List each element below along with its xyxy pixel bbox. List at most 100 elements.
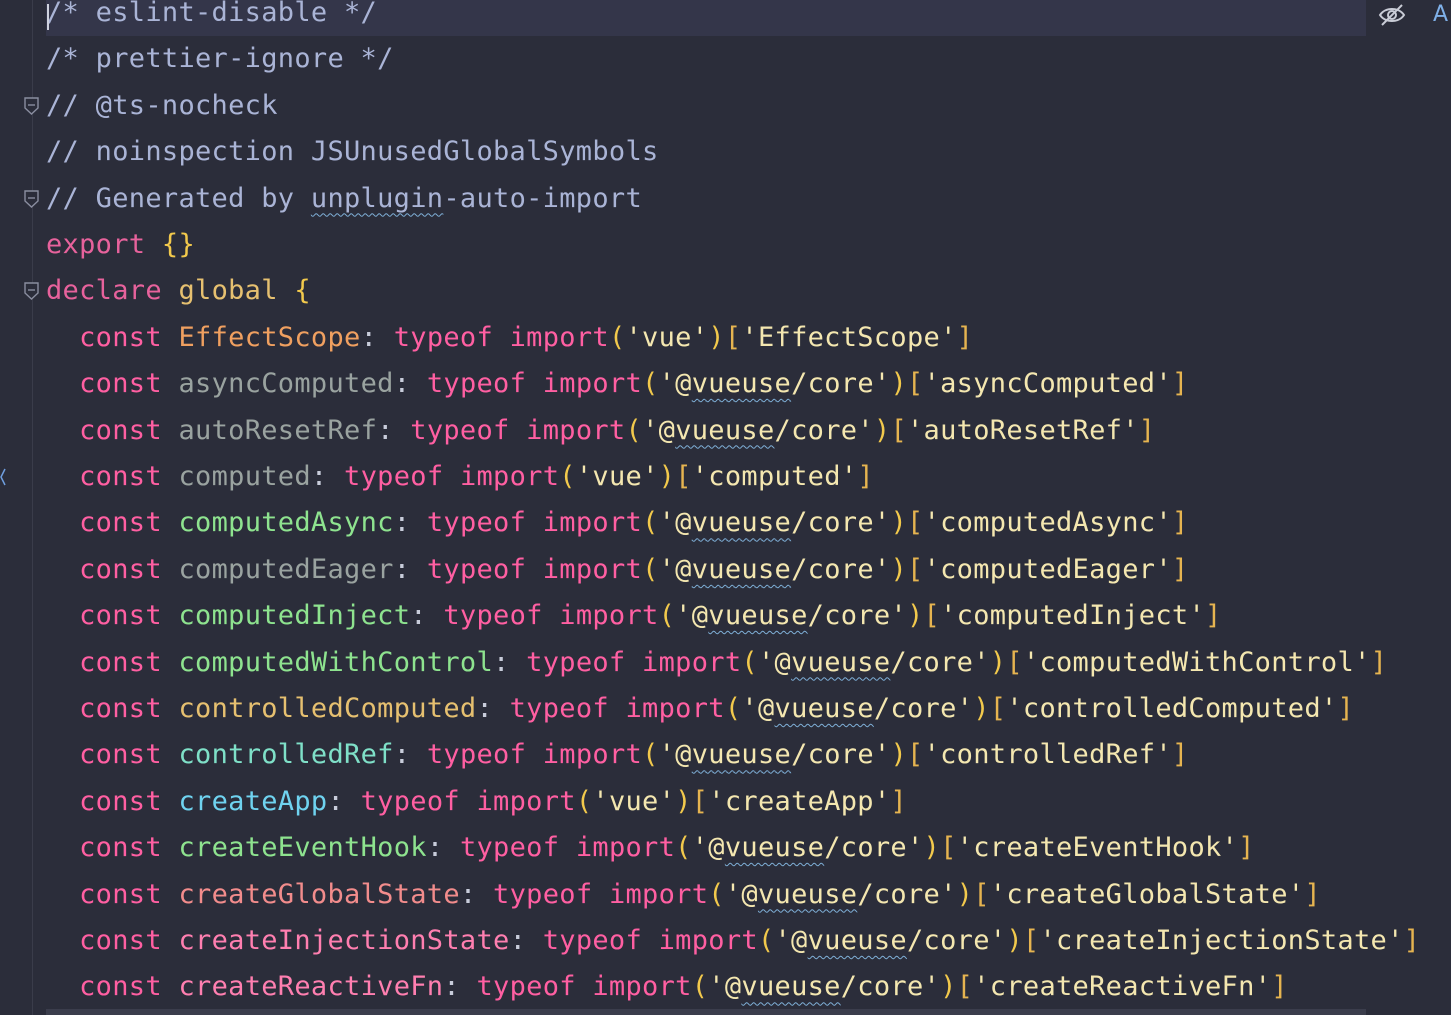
code-line[interactable]: // @ts-nocheck: [46, 83, 278, 129]
code-line[interactable]: const computed: typeof import('vue')['co…: [46, 454, 874, 500]
bracket: ]: [1171, 368, 1189, 400]
paren: (: [658, 600, 676, 632]
string: /core': [890, 646, 990, 678]
bracket: [: [956, 971, 974, 1003]
identifier: computedAsync: [178, 507, 394, 539]
code-token: declare: [46, 275, 179, 307]
fold-toggle-icon[interactable]: [23, 189, 40, 209]
identifier: asyncComputed: [178, 368, 394, 400]
code-line[interactable]: const createEventHook: typeof import('@v…: [46, 825, 1255, 871]
keyword-import: import: [476, 785, 576, 817]
identifier: computedWithControl: [178, 646, 494, 678]
code-line[interactable]: const computedEager: typeof import('@vue…: [46, 547, 1188, 593]
code-line[interactable]: // Generated by unplugin-auto-import: [46, 176, 642, 222]
paren: (: [575, 785, 593, 817]
code-line[interactable]: const controlledComputed: typeof import(…: [46, 686, 1354, 732]
keyword-import: import: [542, 507, 643, 539]
bracket: [: [923, 600, 941, 632]
horizontal-scrollbar[interactable]: [46, 1009, 1366, 1015]
keyword-import: import: [542, 553, 643, 585]
keyword-import: import: [542, 368, 643, 400]
keyword-typeof: typeof: [542, 925, 659, 956]
keyword-const: const: [79, 739, 179, 771]
string: /core': [824, 832, 924, 864]
code-line[interactable]: const createGlobalState: typeof import('…: [46, 872, 1321, 918]
keyword-import: import: [592, 971, 692, 1003]
code-line[interactable]: const computedWithControl: typeof import…: [46, 640, 1387, 686]
paren: (: [757, 925, 775, 956]
punctuation: :: [360, 321, 394, 353]
punctuation: :: [393, 553, 427, 585]
string: /core': [873, 693, 974, 724]
code-line[interactable]: const computedAsync: typeof import('@vue…: [46, 500, 1188, 546]
code-line[interactable]: const computedInject: typeof import('@vu…: [46, 593, 1222, 639]
bracket: ]: [1171, 739, 1189, 771]
keyword-typeof: typeof: [360, 785, 477, 817]
bracket: [: [724, 321, 742, 353]
paren: (: [642, 739, 659, 771]
code-line[interactable]: const controlledRef: typeof import('@vue…: [46, 732, 1188, 778]
code-line[interactable]: const createApp: typeof import('vue')['c…: [46, 779, 907, 825]
keyword-const: const: [79, 461, 179, 492]
editor-gutter: [0, 0, 46, 1015]
code-token: -auto-import: [443, 182, 643, 214]
string: 'computed': [691, 461, 858, 492]
code-line[interactable]: const asyncComputed: typeof import('@vue…: [46, 361, 1188, 407]
punctuation: :: [410, 600, 444, 632]
string: '@: [658, 368, 692, 400]
string: 'computedEager': [923, 553, 1172, 585]
fold-toggle-icon[interactable]: [23, 281, 40, 301]
string: vueuse: [691, 553, 792, 585]
paren: ): [890, 553, 907, 585]
punctuation: :: [459, 878, 494, 910]
code-line[interactable]: const autoResetRef: typeof import('@vueu…: [46, 408, 1155, 454]
code-line[interactable]: declare global {: [46, 268, 311, 314]
reader-mode-button[interactable]: A: [1433, 2, 1451, 28]
string: /core': [774, 414, 874, 446]
keyword-typeof: typeof: [509, 693, 626, 724]
code-token: // @ts-nocheck: [46, 89, 278, 121]
text-caret: [47, 4, 49, 30]
code-line[interactable]: /* prettier-ignore */: [46, 36, 394, 82]
code-line[interactable]: const createInjectionState: typeof impor…: [46, 918, 1420, 964]
keyword-const: const: [79, 600, 179, 632]
code-editor[interactable]: /* eslint-disable */ /* prettier-ignore *…: [46, 0, 1451, 1015]
identifier: controlledComputed: [178, 693, 477, 724]
code-line[interactable]: const createReactiveFn: typeof import('@…: [46, 964, 1288, 1010]
keyword-import: import: [608, 878, 709, 910]
change-marker-icon[interactable]: [0, 468, 6, 486]
code-line[interactable]: // noinspection JSUnusedGlobalSymbols: [46, 129, 659, 175]
code-line[interactable]: const EffectScope: typeof import('vue')[…: [46, 315, 973, 361]
string: '@: [691, 832, 725, 864]
eye-crossed-icon[interactable]: [1377, 2, 1407, 28]
string: '@: [741, 693, 775, 724]
bracket: ]: [1403, 925, 1421, 956]
string: '@: [642, 414, 676, 446]
string: vueuse: [741, 971, 841, 1003]
paren: ): [989, 646, 1007, 678]
string: /core': [791, 507, 891, 539]
string: 'createApp': [708, 785, 891, 817]
punctuation: :: [310, 461, 345, 492]
code-line[interactable]: /* eslint-disable */: [46, 0, 1366, 36]
string: '@: [708, 971, 742, 1003]
bracket: ]: [1138, 414, 1156, 446]
paren: ): [973, 693, 990, 724]
keyword-import: import: [542, 739, 643, 771]
bracket: ]: [890, 785, 907, 817]
code-token: export: [46, 229, 162, 260]
identifier: createEventHook: [178, 832, 427, 864]
keyword-typeof: typeof: [426, 739, 543, 771]
string: '@: [658, 507, 692, 539]
bracket: [: [907, 553, 924, 585]
fold-toggle-icon[interactable]: [23, 96, 40, 116]
paren: (: [724, 693, 742, 724]
code-line[interactable]: export {}: [46, 222, 195, 268]
bracket: ]: [857, 461, 874, 492]
string: 'controlledRef': [923, 739, 1172, 771]
string: /core': [791, 553, 891, 585]
